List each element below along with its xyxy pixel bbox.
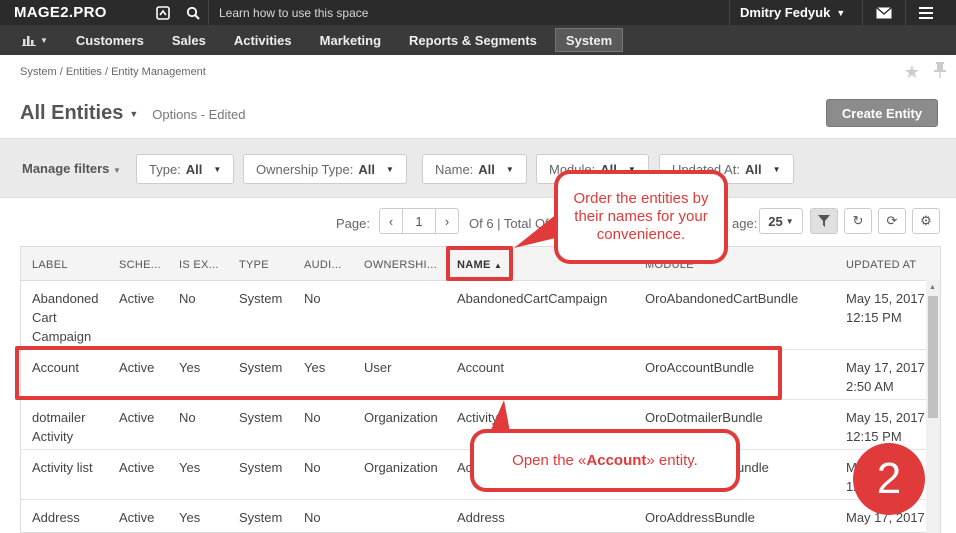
callout-open-post: » entity.: [646, 451, 698, 469]
callout-open-tip: Open the «Account» entity.: [470, 429, 740, 492]
callout-open-bold: Account: [586, 451, 647, 469]
callout-open-pointer: [490, 400, 510, 432]
callout-order-text: Order the entities by their names for yo…: [558, 174, 724, 260]
callout-open-pre: Open the «: [512, 451, 587, 469]
callout-open-text: Open the «Account» entity.: [474, 433, 736, 488]
callout-order-tip: Order the entities by their names for yo…: [554, 170, 728, 264]
step-number-badge: 2: [853, 443, 925, 515]
